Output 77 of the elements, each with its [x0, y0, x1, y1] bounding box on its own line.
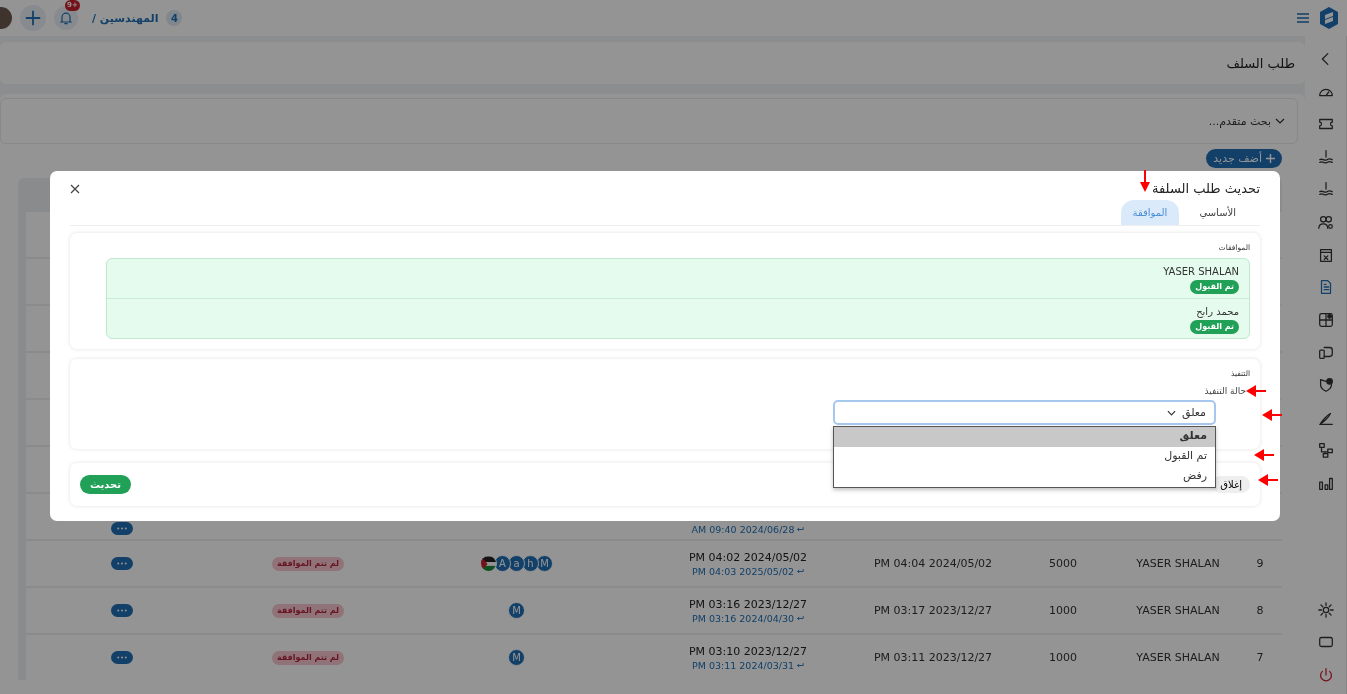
status-tag: تم القبول — [1190, 320, 1239, 334]
avatar: M — [536, 555, 553, 572]
money-hand-icon[interactable] — [1316, 147, 1335, 166]
dots-icon — [116, 656, 128, 659]
more-button[interactable] — [111, 651, 133, 664]
annotation-arrow-icon — [1254, 449, 1274, 461]
dropdown-option[interactable]: رفض — [834, 467, 1215, 487]
table-cell-text: YASER SHALAN — [1135, 651, 1221, 664]
add-button[interactable] — [20, 5, 46, 31]
dots-icon — [116, 562, 128, 565]
more-button[interactable] — [111, 557, 133, 570]
close-button[interactable]: إغلاق — [1212, 476, 1250, 493]
grid-icon[interactable] — [1316, 310, 1335, 329]
row-number: 8 — [1255, 604, 1265, 617]
status-tag: لم تتم الموافقة — [271, 603, 345, 618]
table-cell: PM 03:11 2024/03/31 — [691, 659, 795, 671]
avatar: h — [522, 555, 539, 572]
approver-name: YASER SHALAN — [1163, 266, 1239, 277]
notification-button[interactable] — [54, 6, 78, 30]
row-number: 9 — [1255, 557, 1265, 570]
hierarchy-icon[interactable] — [1316, 441, 1335, 460]
status-tag: تم القبول — [1190, 280, 1239, 294]
plus-icon — [1266, 154, 1275, 163]
dialog-title: تحديث طلب السلفة — [1152, 181, 1260, 196]
page-title: طلب السلف — [1226, 55, 1295, 71]
menu-icon[interactable] — [1297, 13, 1309, 23]
close-icon[interactable] — [70, 183, 80, 194]
dropdown-option[interactable]: تم القبول — [834, 447, 1215, 467]
dots-icon — [116, 527, 128, 530]
more-button[interactable] — [111, 522, 133, 535]
status-dropdown[interactable]: معلق — [833, 400, 1216, 425]
table-cell-text: PM 03:11 2023/12/27 — [872, 651, 994, 664]
advanced-search-bar[interactable]: بحث متقدم... — [0, 98, 1298, 144]
table-cell-text: YASER SHALAN — [1135, 557, 1221, 570]
table-cell: PM 03:16 2024/04/30 — [691, 612, 795, 624]
status-tag: لم تتم الموافقة — [271, 650, 345, 665]
avatar: M — [508, 602, 525, 619]
dots-icon — [116, 609, 128, 612]
logo-icon — [1319, 7, 1339, 29]
table-cell: AM 09:40 2024/06/28 — [691, 524, 795, 535]
approver-name: محمد رابح — [1196, 306, 1239, 317]
user-avatar[interactable] — [0, 7, 12, 29]
return-arrow-icon — [796, 526, 805, 533]
dropdown-option[interactable]: معلق — [834, 427, 1215, 447]
chevron-icon — [1275, 118, 1285, 124]
avatar: a — [508, 555, 525, 572]
field-label: حالة التنفيذ — [1203, 386, 1247, 396]
table-cell-text: 5000 — [1048, 557, 1078, 570]
status-tag: لم تتم الموافقة — [271, 556, 345, 571]
table-cell: PM 03:10 2023/12/27 — [688, 644, 808, 658]
annotation-arrow-icon — [1139, 170, 1151, 192]
avatar: M — [508, 649, 525, 666]
row-number: 7 — [1255, 651, 1265, 664]
table-cell: PM 04:03 2025/05/02 — [691, 565, 795, 577]
table-cell-text: PM 03:17 2023/12/27 — [872, 604, 994, 617]
return-arrow-icon — [796, 614, 805, 622]
table-cell: PM 04:02 2024/05/02 — [688, 550, 808, 564]
annotation-arrow-icon — [1262, 409, 1282, 421]
table-cell-text: PM 04:04 2024/05/02 — [872, 557, 994, 570]
return-arrow-icon — [796, 567, 805, 575]
return-arrow-icon — [796, 661, 805, 669]
bell-icon — [58, 10, 74, 26]
count-badge: 4 — [166, 10, 183, 26]
advanced-search-label: بحث متقدم... — [1208, 114, 1271, 128]
more-button[interactable] — [111, 604, 133, 617]
table-cell-text: 1000 — [1048, 604, 1078, 617]
breadcrumb[interactable]: المهندسين / — [92, 11, 159, 25]
avatar: A — [494, 555, 511, 572]
tab[interactable]: الأساسي — [1187, 200, 1248, 225]
annotation-arrow-icon — [1246, 385, 1266, 397]
table-cell-text: YASER SHALAN — [1135, 604, 1221, 617]
chevron-icon — [1167, 409, 1176, 416]
add-new-button[interactable]: أضف جديد — [1206, 149, 1282, 168]
table-cell: PM 03:16 2023/12/27 — [688, 597, 808, 611]
annotation-arrow-icon — [1258, 474, 1278, 486]
flag-avatar-icon — [480, 555, 497, 572]
table-cell-text: 1000 — [1048, 651, 1078, 664]
